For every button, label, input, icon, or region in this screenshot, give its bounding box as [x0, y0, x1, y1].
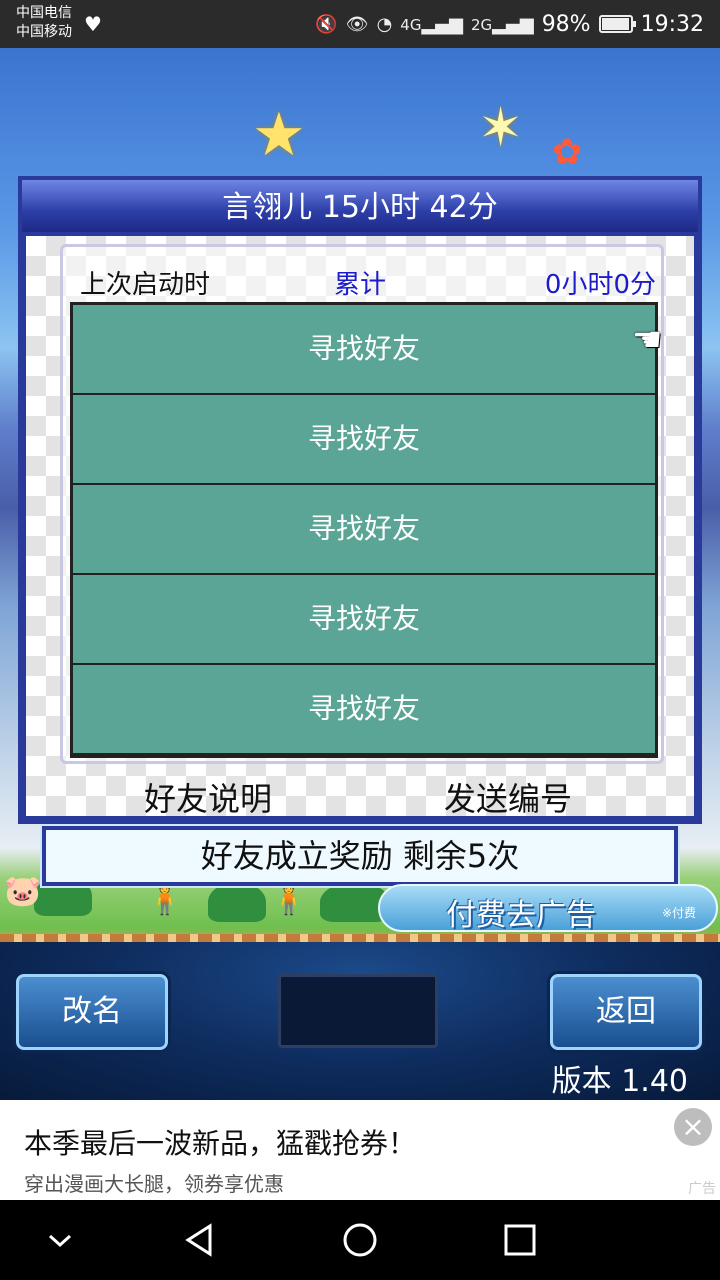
pink-character: 🐷	[4, 874, 42, 909]
center-panel	[278, 974, 438, 1048]
dialog-body: 上次启动时 累计 0小时0分 寻找好友 寻找好友 寻找好友 寻找好友 寻找好友 …	[26, 236, 694, 818]
clock: 19:32	[640, 11, 704, 37]
carrier-2: 中国移动	[16, 24, 72, 40]
launch-info-row: 上次启动时 累计 0小时0分	[76, 264, 656, 300]
find-friend-button-5[interactable]: 寻找好友	[73, 665, 655, 753]
find-friend-button-4[interactable]: 寻找好友	[73, 575, 655, 663]
pixel-character: 🧍	[270, 882, 308, 917]
back-nav-button[interactable]	[180, 1220, 220, 1260]
back-button[interactable]: 返回	[550, 974, 702, 1050]
find-friend-button-1[interactable]: 寻找好友	[73, 305, 655, 393]
circle-home-icon	[343, 1223, 377, 1257]
remove-ads-note: ※付费	[661, 906, 696, 920]
friend-reward-banner: 好友成立奖励 剩余5次	[40, 824, 680, 888]
pixel-character: 🧍	[146, 882, 184, 917]
ad-tag: 广告	[688, 1181, 716, 1197]
remove-ads-button[interactable]: 付费去广告 ※付费	[378, 884, 718, 933]
tree-decoration	[208, 882, 266, 922]
find-friend-button-3[interactable]: 寻找好友	[73, 485, 655, 573]
eye-icon: 👁	[345, 13, 369, 35]
cumulative-label: 累计	[334, 270, 387, 300]
ad-banner[interactable]: 本季最后一波新品，猛戳抢券！ 穿出漫画大长腿，领券享优惠 × 广告	[0, 1100, 720, 1200]
hide-nav-button[interactable]	[40, 1220, 80, 1260]
wifi-icon: ◔	[376, 13, 393, 35]
carrier-info: 中国电信 中国移动	[16, 4, 72, 42]
cumulative-value: 0小时0分	[544, 270, 656, 300]
flower-icon: ✿	[552, 132, 583, 173]
heart-icon: ♥	[84, 12, 102, 36]
battery-percent: 98%	[541, 11, 591, 37]
ad-title[interactable]: 本季最后一波新品，猛戳抢券！	[24, 1122, 416, 1162]
triangle-back-icon	[185, 1223, 212, 1257]
friend-dialog: 言翎儿 15小时 42分 上次启动时 累计 0小时0分 寻找好友 寻找好友 寻找…	[18, 176, 702, 824]
square-recents-icon	[504, 1224, 536, 1256]
remove-ads-label: 付费去广告	[446, 898, 596, 933]
mute-icon: 🔇	[315, 13, 338, 35]
friend-help-button[interactable]: 好友说明	[144, 774, 272, 820]
navigation-bar	[0, 1200, 720, 1280]
status-icons: 🔇 👁 ◔ 4G▂▄▆ 2G▂▄▆ 98% 19:32	[315, 8, 704, 40]
pointing-hand-icon: ☚	[632, 320, 663, 360]
ad-subtitle[interactable]: 穿出漫画大长腿，领券享优惠	[24, 1168, 284, 1197]
status-bar: 中国电信 中国移动 ♥ 🔇 👁 ◔ 4G▂▄▆ 2G▂▄▆ 98% 19:32	[0, 0, 720, 48]
home-nav-button[interactable]	[340, 1220, 380, 1260]
rename-button[interactable]: 改名	[16, 974, 168, 1050]
find-friend-button-2[interactable]: 寻找好友	[73, 395, 655, 483]
friend-slot-list: 寻找好友 寻找好友 寻找好友 寻找好友 寻找好友	[70, 302, 658, 758]
chevron-down-icon	[48, 1234, 72, 1248]
recents-nav-button[interactable]	[500, 1220, 540, 1260]
last-launch-label: 上次启动时	[80, 270, 211, 300]
signal-2g-icon: 2G▂▄▆	[470, 13, 534, 35]
dialog-title: 言翎儿 15小时 42分	[22, 180, 698, 232]
close-icon[interactable]: ×	[674, 1108, 712, 1146]
sparkle-icon: ✶	[478, 96, 524, 159]
send-code-button[interactable]: 发送编号	[444, 774, 572, 820]
control-bar: 改名 返回 版本 1.40	[0, 942, 720, 1100]
carrier-1: 中国电信	[16, 5, 72, 21]
signal-4g-icon: 4G▂▄▆	[400, 13, 463, 35]
battery-icon	[598, 15, 636, 33]
star-icon: ★	[252, 100, 306, 170]
version-label: 版本 1.40	[551, 1064, 688, 1099]
